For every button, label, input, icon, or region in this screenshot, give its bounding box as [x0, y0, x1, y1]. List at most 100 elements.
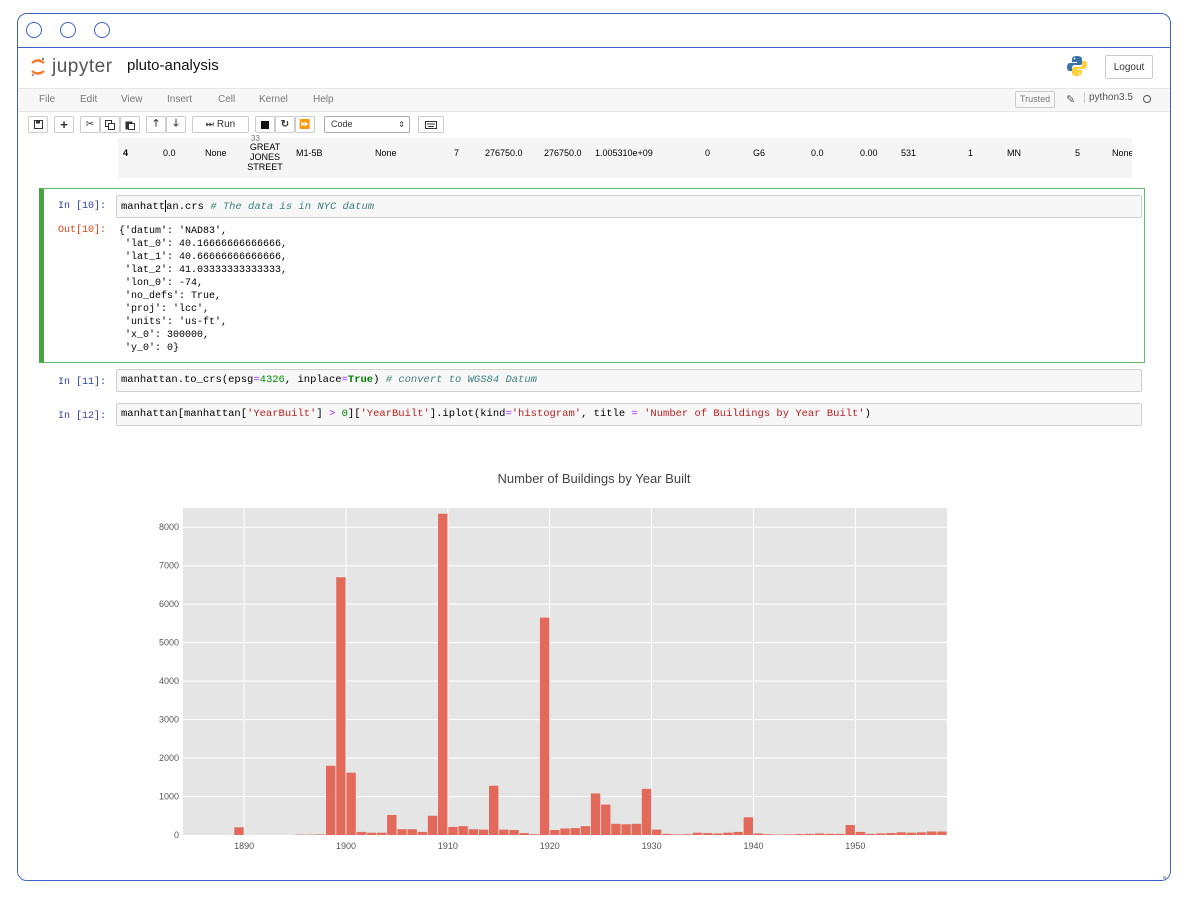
save-button[interactable] — [28, 116, 48, 133]
histogram-bar — [540, 618, 549, 835]
python-logo-icon — [1066, 55, 1088, 77]
histogram-bar — [387, 815, 396, 835]
histogram-bar — [896, 832, 905, 835]
window-maximize-button[interactable] — [94, 22, 110, 38]
output-line: 'units': 'us-ft', — [119, 316, 287, 329]
table-row-index: 4 — [123, 148, 128, 158]
menu-cell[interactable]: Cell — [218, 94, 235, 105]
histogram-bar — [448, 827, 457, 835]
x-tick-label: 1900 — [336, 841, 356, 851]
scissors-icon: ✂ — [86, 119, 94, 130]
arrow-down-icon: 🡓 — [173, 116, 178, 133]
notebook-name[interactable]: pluto-analysis — [127, 57, 219, 74]
window-close-button[interactable] — [26, 22, 42, 38]
histogram-bar — [509, 830, 518, 835]
code-input[interactable]: manhattan.to_crs(epsg=4326, inplace=True… — [116, 369, 1142, 392]
histogram-bar — [336, 577, 345, 835]
interrupt-button[interactable] — [255, 116, 275, 133]
table-cell: G6 — [753, 148, 765, 158]
move-down-button[interactable]: 🡓 — [166, 116, 186, 133]
y-tick-label: 3000 — [159, 715, 179, 725]
table-cell: M1-5B — [296, 148, 323, 158]
table-cell: 276750.0 — [485, 148, 523, 158]
histogram-bar — [611, 824, 620, 835]
histogram-bar — [408, 829, 417, 835]
menu-kernel[interactable]: Kernel — [259, 94, 288, 105]
histogram-bar — [234, 827, 243, 835]
jupyter-logo-icon — [30, 57, 46, 77]
code-text: ) — [373, 374, 386, 386]
output-prompt: Out[10]: — [58, 225, 106, 236]
pencil-icon[interactable]: ✎ — [1066, 93, 1075, 106]
code-text: , title — [581, 408, 631, 420]
output-line: 'no_defs': True, — [119, 290, 287, 303]
run-button[interactable]: ⏭Run — [192, 116, 249, 133]
window-minimize-button[interactable] — [60, 22, 76, 38]
y-tick-label: 4000 — [159, 676, 179, 686]
histogram-bar — [815, 833, 824, 835]
histogram-chart[interactable]: 0100020003000400050006000700080001890190… — [123, 495, 963, 865]
plot-area — [183, 508, 947, 835]
run-button-label: Run — [217, 119, 235, 130]
code-input[interactable]: manhattan.crs # The data is in NYC datum — [116, 195, 1142, 218]
histogram-bar — [632, 824, 641, 835]
paste-button[interactable] — [120, 116, 140, 133]
cut-button[interactable]: ✂ — [80, 116, 100, 133]
table-cell: 1 — [968, 148, 973, 158]
command-palette-button[interactable] — [418, 116, 444, 133]
x-tick-label: 1950 — [845, 841, 865, 851]
histogram-bar — [795, 834, 804, 835]
kernel-name: python3.5 — [1084, 92, 1133, 103]
output-line: 'lat_0': 40.16666666666666, — [119, 238, 287, 251]
menu-help[interactable]: Help — [313, 94, 334, 105]
menubar: File Edit View Insert Cell Kernel Help T… — [18, 88, 1170, 112]
chart-title: Number of Buildings by Year Built — [18, 471, 1170, 486]
menu-edit[interactable]: Edit — [80, 94, 97, 105]
code-text: ][ — [348, 408, 361, 420]
fast-forward-icon: ⏩ — [299, 119, 310, 130]
table-cell: 276750.0 — [544, 148, 582, 158]
restart-button[interactable]: ↻ — [275, 116, 295, 133]
histogram-bar — [397, 829, 406, 835]
code-input[interactable]: manhattan[manhattan['YearBuilt'] > 0]['Y… — [116, 403, 1142, 426]
histogram-bar — [469, 829, 478, 835]
histogram-bar — [438, 514, 447, 835]
trusted-badge[interactable]: Trusted — [1015, 91, 1055, 108]
histogram-bar — [418, 832, 427, 835]
save-icon — [34, 120, 43, 129]
menu-view[interactable]: View — [121, 94, 143, 105]
insert-cell-button[interactable]: + — [54, 116, 74, 133]
table-cell: None — [375, 148, 397, 158]
dataframe-row: 33 4 0.0 None GREAT JONES STREET M1-5B N… — [118, 138, 1132, 178]
code-cell-12[interactable]: In [12]: manhattan[manhattan['YearBuilt'… — [39, 401, 1145, 431]
code-string: 'YearBuilt' — [247, 408, 316, 420]
table-cell: 531 — [901, 148, 916, 158]
x-tick-label: 1910 — [438, 841, 458, 851]
histogram-bar — [520, 833, 529, 835]
histogram-bar — [733, 832, 742, 835]
code-comment: # convert to WGS84 Datum — [386, 374, 537, 386]
histogram-bar — [713, 833, 722, 835]
cell-type-value: Code — [331, 119, 353, 129]
logout-button[interactable]: Logout — [1105, 55, 1153, 79]
resize-handle[interactable] — [1163, 876, 1166, 879]
x-tick-label: 1930 — [642, 841, 662, 851]
histogram-bar — [570, 828, 579, 835]
restart-run-all-button[interactable]: ⏩ — [295, 116, 315, 133]
code-cell-11[interactable]: In [11]: manhattan.to_crs(epsg=4326, inp… — [39, 367, 1145, 397]
x-tick-label: 1890 — [234, 841, 254, 851]
histogram-bar — [642, 789, 651, 835]
histogram-bar — [346, 773, 355, 835]
code-number: 4326 — [260, 374, 285, 386]
menu-file[interactable]: File — [39, 94, 55, 105]
cell-type-select[interactable]: Code⇕ — [324, 116, 410, 133]
move-up-button[interactable]: 🡑 — [146, 116, 166, 133]
output-line: 'lon_0': -74, — [119, 277, 287, 290]
histogram-bar — [835, 834, 844, 835]
copy-button[interactable] — [100, 116, 120, 133]
notebook-header: jupyter pluto-analysis Logout — [18, 48, 1170, 88]
jupyter-logo[interactable]: jupyter — [30, 56, 113, 78]
toolbar: + ✂ 🡑 🡓 ⏭Run ↻ ⏩ Code⇕ — [18, 112, 1170, 138]
menu-insert[interactable]: Insert — [167, 94, 192, 105]
code-cell-10[interactable]: In [10]: manhattan.crs # The data is in … — [39, 188, 1145, 363]
